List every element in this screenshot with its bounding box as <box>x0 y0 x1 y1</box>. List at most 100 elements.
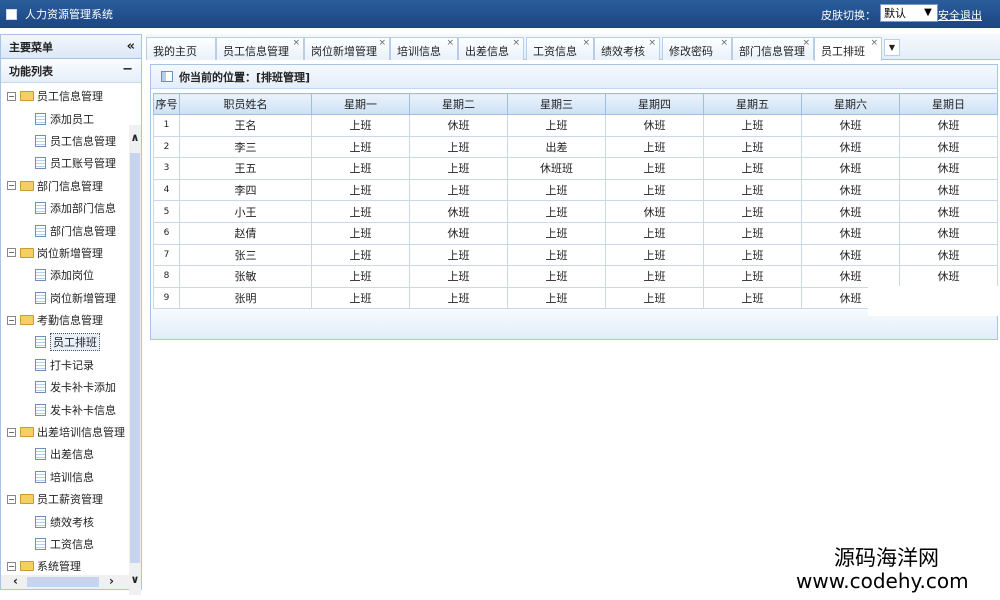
tree-item[interactable]: 部门信息管理 <box>1 219 129 241</box>
tab[interactable]: 修改密码 × <box>662 37 732 60</box>
collapse-toggle-icon[interactable]: − <box>7 91 16 101</box>
tree-item[interactable]: 员工信息管理 <box>1 130 129 152</box>
close-icon[interactable]: × <box>446 38 454 48</box>
tree-item[interactable]: 培训信息 <box>1 466 129 488</box>
column-header[interactable]: 星期三 <box>507 93 606 115</box>
close-icon[interactable]: × <box>720 38 728 48</box>
horizontal-scrollbar[interactable]: ‹ › <box>1 574 129 589</box>
column-header[interactable]: 职员姓名 <box>179 93 312 115</box>
close-icon[interactable]: × <box>512 38 520 48</box>
column-header[interactable]: 序号 <box>153 93 180 115</box>
scroll-right-icon[interactable]: › <box>109 574 114 588</box>
column-header[interactable]: 星期一 <box>311 93 410 115</box>
tab-label: 我的主页 <box>153 45 197 58</box>
tree-item[interactable]: 岗位新增管理 <box>1 287 129 309</box>
table-row[interactable]: 4 李四 上班 上班 上班 上班 上班 休班 休班 <box>153 178 998 202</box>
table-row[interactable]: 8 张敏 上班 上班 上班 上班 上班 休班 休班 <box>153 265 998 288</box>
scroll-down-icon[interactable]: ∨ <box>129 573 141 586</box>
tree-group[interactable]: − 岗位新增管理 <box>1 242 129 264</box>
tab-label: 岗位新增管理 <box>311 45 377 58</box>
column-header[interactable]: 星期五 <box>703 93 802 115</box>
shift-cell: 休班 <box>409 200 508 223</box>
collapse-toggle-icon[interactable]: − <box>7 561 16 571</box>
table-row[interactable]: 7 张三 上班 上班 上班 上班 上班 休班 休班 <box>153 243 998 267</box>
employee-name-cell: 李四 <box>179 178 312 202</box>
skin-select[interactable]: 默认 ▼ <box>880 4 938 22</box>
tab-list-dropdown-icon[interactable]: ▼ <box>884 39 900 56</box>
collapse-toggle-icon[interactable]: − <box>7 248 16 258</box>
collapse-sidebar-icon[interactable]: « <box>127 39 135 54</box>
shift-cell: 上班 <box>605 243 704 267</box>
hscrollbar-thumb[interactable] <box>27 577 99 587</box>
tree-item[interactable]: 打卡记录 <box>1 354 129 376</box>
document-icon <box>35 381 46 394</box>
close-icon[interactable]: × <box>648 38 656 48</box>
collapse-toggle-icon[interactable]: − <box>7 494 16 504</box>
collapse-toggle-icon[interactable]: − <box>7 315 16 325</box>
shift-cell: 上班 <box>703 221 802 245</box>
tree-item[interactable]: 出差信息 <box>1 443 129 465</box>
tree-item[interactable]: 添加部门信息 <box>1 197 129 219</box>
column-header[interactable]: 星期日 <box>899 93 998 115</box>
close-icon[interactable]: × <box>378 38 386 48</box>
row-index-cell: 1 <box>153 114 180 137</box>
tree-item[interactable]: 员工账号管理 <box>1 152 129 174</box>
close-icon[interactable]: × <box>802 38 810 48</box>
tab[interactable]: 培训信息 × <box>390 37 458 60</box>
column-header[interactable]: 星期六 <box>801 93 900 115</box>
close-icon[interactable]: × <box>870 38 878 48</box>
tab[interactable]: 岗位新增管理 × <box>304 37 390 60</box>
tab[interactable]: 员工信息管理 × <box>216 37 304 60</box>
tree-group[interactable]: − 员工薪资管理 <box>1 488 129 510</box>
table-row[interactable]: 6 赵倩 上班 休班 上班 上班 上班 休班 休班 <box>153 221 998 245</box>
close-icon[interactable]: × <box>582 38 590 48</box>
tree-item[interactable]: 发卡补卡添加 <box>1 376 129 398</box>
tree-group[interactable]: − 系统管理 <box>1 555 129 573</box>
shift-cell: 休班 <box>409 114 508 137</box>
image-blank-area <box>868 286 1000 316</box>
tree-group[interactable]: − 考勤信息管理 <box>1 309 129 331</box>
tree-item[interactable]: 绩效考核 <box>1 510 129 532</box>
close-icon[interactable]: × <box>292 38 300 48</box>
scrollbar-thumb[interactable] <box>130 153 140 563</box>
tree-group[interactable]: − 部门信息管理 <box>1 175 129 197</box>
scroll-up-icon[interactable]: ∧ <box>129 131 141 144</box>
tree-group[interactable]: − 员工信息管理 <box>1 85 129 107</box>
tab[interactable]: 我的主页 <box>146 37 216 60</box>
shift-cell: 上班 <box>311 178 410 202</box>
title-bar: 人力资源管理系统 皮肤切换： 默认 ▼ 安全退出 <box>0 0 1000 28</box>
collapse-toggle-icon[interactable]: − <box>7 181 16 191</box>
tree-item-label: 添加员工 <box>50 112 94 126</box>
column-header[interactable]: 星期四 <box>605 93 704 115</box>
table-row[interactable]: 5 小王 上班 休班 上班 休班 上班 休班 休班 <box>153 200 998 223</box>
shift-cell: 上班 <box>703 286 802 310</box>
logout-link[interactable]: 安全退出 <box>938 7 982 23</box>
vertical-scrollbar[interactable]: ∧ ∨ <box>129 125 141 595</box>
tab[interactable]: 出差信息 × <box>458 37 524 60</box>
tree-group-label: 系统管理 <box>37 560 81 573</box>
tree-item[interactable]: 添加员工 <box>1 107 129 129</box>
skin-select-value: 默认 <box>884 7 906 20</box>
scroll-left-icon[interactable]: ‹ <box>13 574 18 588</box>
tab[interactable]: 员工排班 × <box>814 37 882 61</box>
shift-cell: 上班 <box>703 114 802 137</box>
table-row[interactable]: 1 王名 上班 休班 上班 休班 上班 休班 休班 <box>153 114 998 137</box>
minus-icon[interactable]: − <box>122 62 133 77</box>
tree-item[interactable]: 添加岗位 <box>1 264 129 286</box>
column-header[interactable]: 星期二 <box>409 93 508 115</box>
tree-item[interactable]: 员工排班 <box>1 331 129 353</box>
collapse-toggle-icon[interactable]: − <box>7 427 16 437</box>
function-list-header[interactable]: 功能列表 − <box>1 59 141 83</box>
sidebar: 主要菜单 « 功能列表 − − 员工信息管理 添加员工 员工信息管理 员工账号管理 − 部门… <box>0 34 142 595</box>
tab[interactable]: 部门信息管理 × <box>732 37 814 60</box>
tab[interactable]: 工资信息 × <box>526 37 594 60</box>
table-row[interactable]: 2 李三 上班 上班 出差 上班 上班 休班 休班 <box>153 135 998 159</box>
tree-group[interactable]: − 出差培训信息管理 <box>1 421 129 443</box>
table-row[interactable]: 3 王五 上班 上班 休班班 上班 上班 休班 休班 <box>153 157 998 180</box>
schedule-table: 序号 职员姓名 星期一 星期二 星期三 星期四 星期五 星期六 星期日 1 王名 上班 休班 上班 休班上… <box>153 93 998 310</box>
tab[interactable]: 绩效考核 × <box>594 37 660 60</box>
tree-item[interactable]: 发卡补卡信息 <box>1 398 129 420</box>
tree-item[interactable]: 工资信息 <box>1 533 129 555</box>
row-index-cell: 7 <box>153 243 180 267</box>
employee-name-cell: 张敏 <box>179 265 312 288</box>
